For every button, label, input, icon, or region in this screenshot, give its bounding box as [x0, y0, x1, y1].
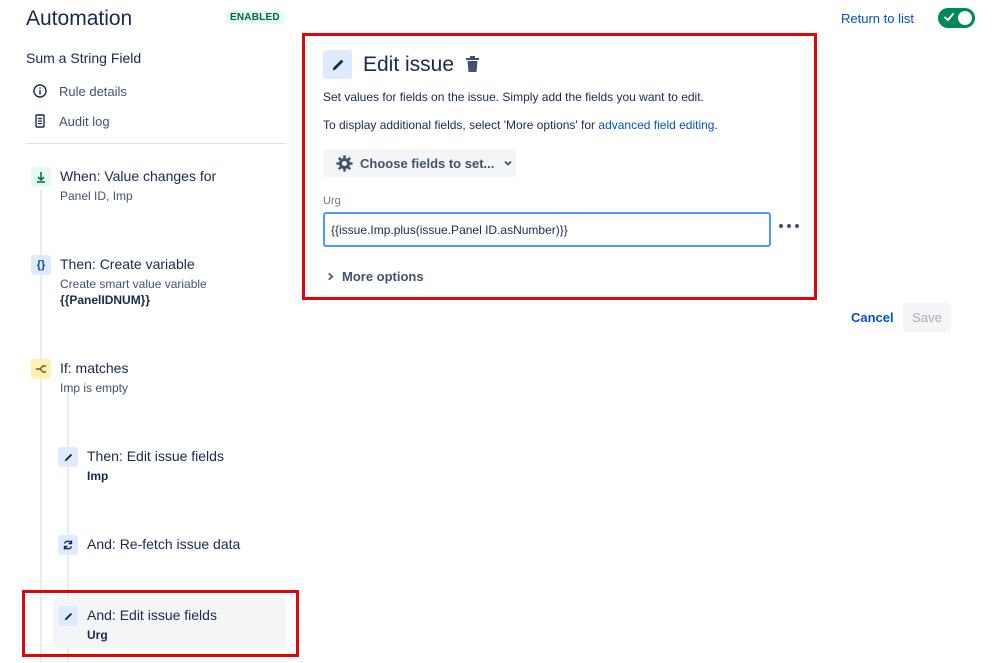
rule-enabled-toggle[interactable] — [938, 8, 975, 28]
rule-name: Sum a String Field — [26, 50, 142, 66]
step-subtitle: Create smart value variable — [60, 277, 207, 291]
step-title: Then: Edit issue fields — [87, 448, 224, 464]
status-badge: ENABLED — [226, 11, 284, 24]
document-icon — [35, 114, 45, 128]
step-title: If: matches — [60, 360, 129, 376]
step-refetch[interactable]: And: Re-fetch issue data — [58, 535, 278, 559]
rule-details-label: Rule details — [59, 83, 127, 99]
info-icon — [33, 84, 47, 98]
pencil-icon — [58, 447, 78, 467]
checkmark-icon — [944, 13, 954, 22]
branch-icon — [31, 359, 51, 379]
step-title: When: Value changes for — [60, 168, 217, 184]
more-options-toggle[interactable]: More options — [326, 269, 424, 284]
step-title: And: Re-fetch issue data — [87, 536, 241, 552]
step-create-variable[interactable]: {} Then: Create variable Create smart va… — [31, 255, 271, 310]
page-title: Automation — [26, 7, 133, 30]
toggle-knob — [958, 11, 972, 25]
trigger-icon — [31, 167, 51, 187]
sidebar-divider — [26, 143, 286, 144]
panel-additional-text: To display additional fields, select 'Mo… — [323, 118, 718, 132]
chevron-down-icon — [504, 160, 512, 166]
rule-details-link[interactable]: Rule details — [33, 81, 127, 101]
step-edit-issue-imp[interactable]: Then: Edit issue fields Imp — [58, 447, 278, 487]
urg-field-label: Urg — [323, 195, 341, 207]
audit-log-label: Audit log — [59, 113, 110, 129]
step-trigger[interactable]: When: Value changes for Panel ID, Imp — [31, 167, 271, 207]
advanced-field-editing-link[interactable]: advanced field editing — [598, 118, 714, 132]
highlight-box-step — [22, 590, 299, 657]
save-button[interactable]: Save — [903, 303, 951, 332]
return-to-list-link[interactable]: Return to list — [841, 11, 914, 26]
choose-fields-button[interactable]: Choose fields to set... — [323, 149, 516, 177]
step-condition[interactable]: If: matches Imp is empty — [31, 359, 271, 399]
more-options-label: More options — [342, 269, 424, 284]
cancel-button[interactable]: Cancel — [842, 303, 903, 332]
pencil-icon — [323, 50, 352, 79]
step-title: Then: Create variable — [60, 256, 195, 272]
step-subtitle: Panel ID, Imp — [60, 189, 133, 203]
trash-icon[interactable] — [465, 56, 480, 73]
audit-log-link[interactable]: Audit log — [33, 111, 110, 131]
urg-field-input[interactable] — [323, 212, 771, 247]
step-detail: Imp — [87, 469, 109, 483]
chevron-right-icon — [328, 272, 334, 281]
more-icon[interactable] — [779, 218, 799, 234]
panel-description: Set values for fields on the issue. Simp… — [323, 90, 704, 104]
gear-icon — [336, 154, 353, 172]
step-detail: {{PanelIDNUM}} — [60, 293, 151, 307]
step-subtitle: Imp is empty — [60, 381, 129, 395]
panel-title: Edit issue — [363, 53, 455, 76]
variable-icon: {} — [31, 255, 51, 275]
refresh-icon — [58, 535, 78, 555]
choose-fields-label: Choose fields to set... — [360, 155, 495, 171]
